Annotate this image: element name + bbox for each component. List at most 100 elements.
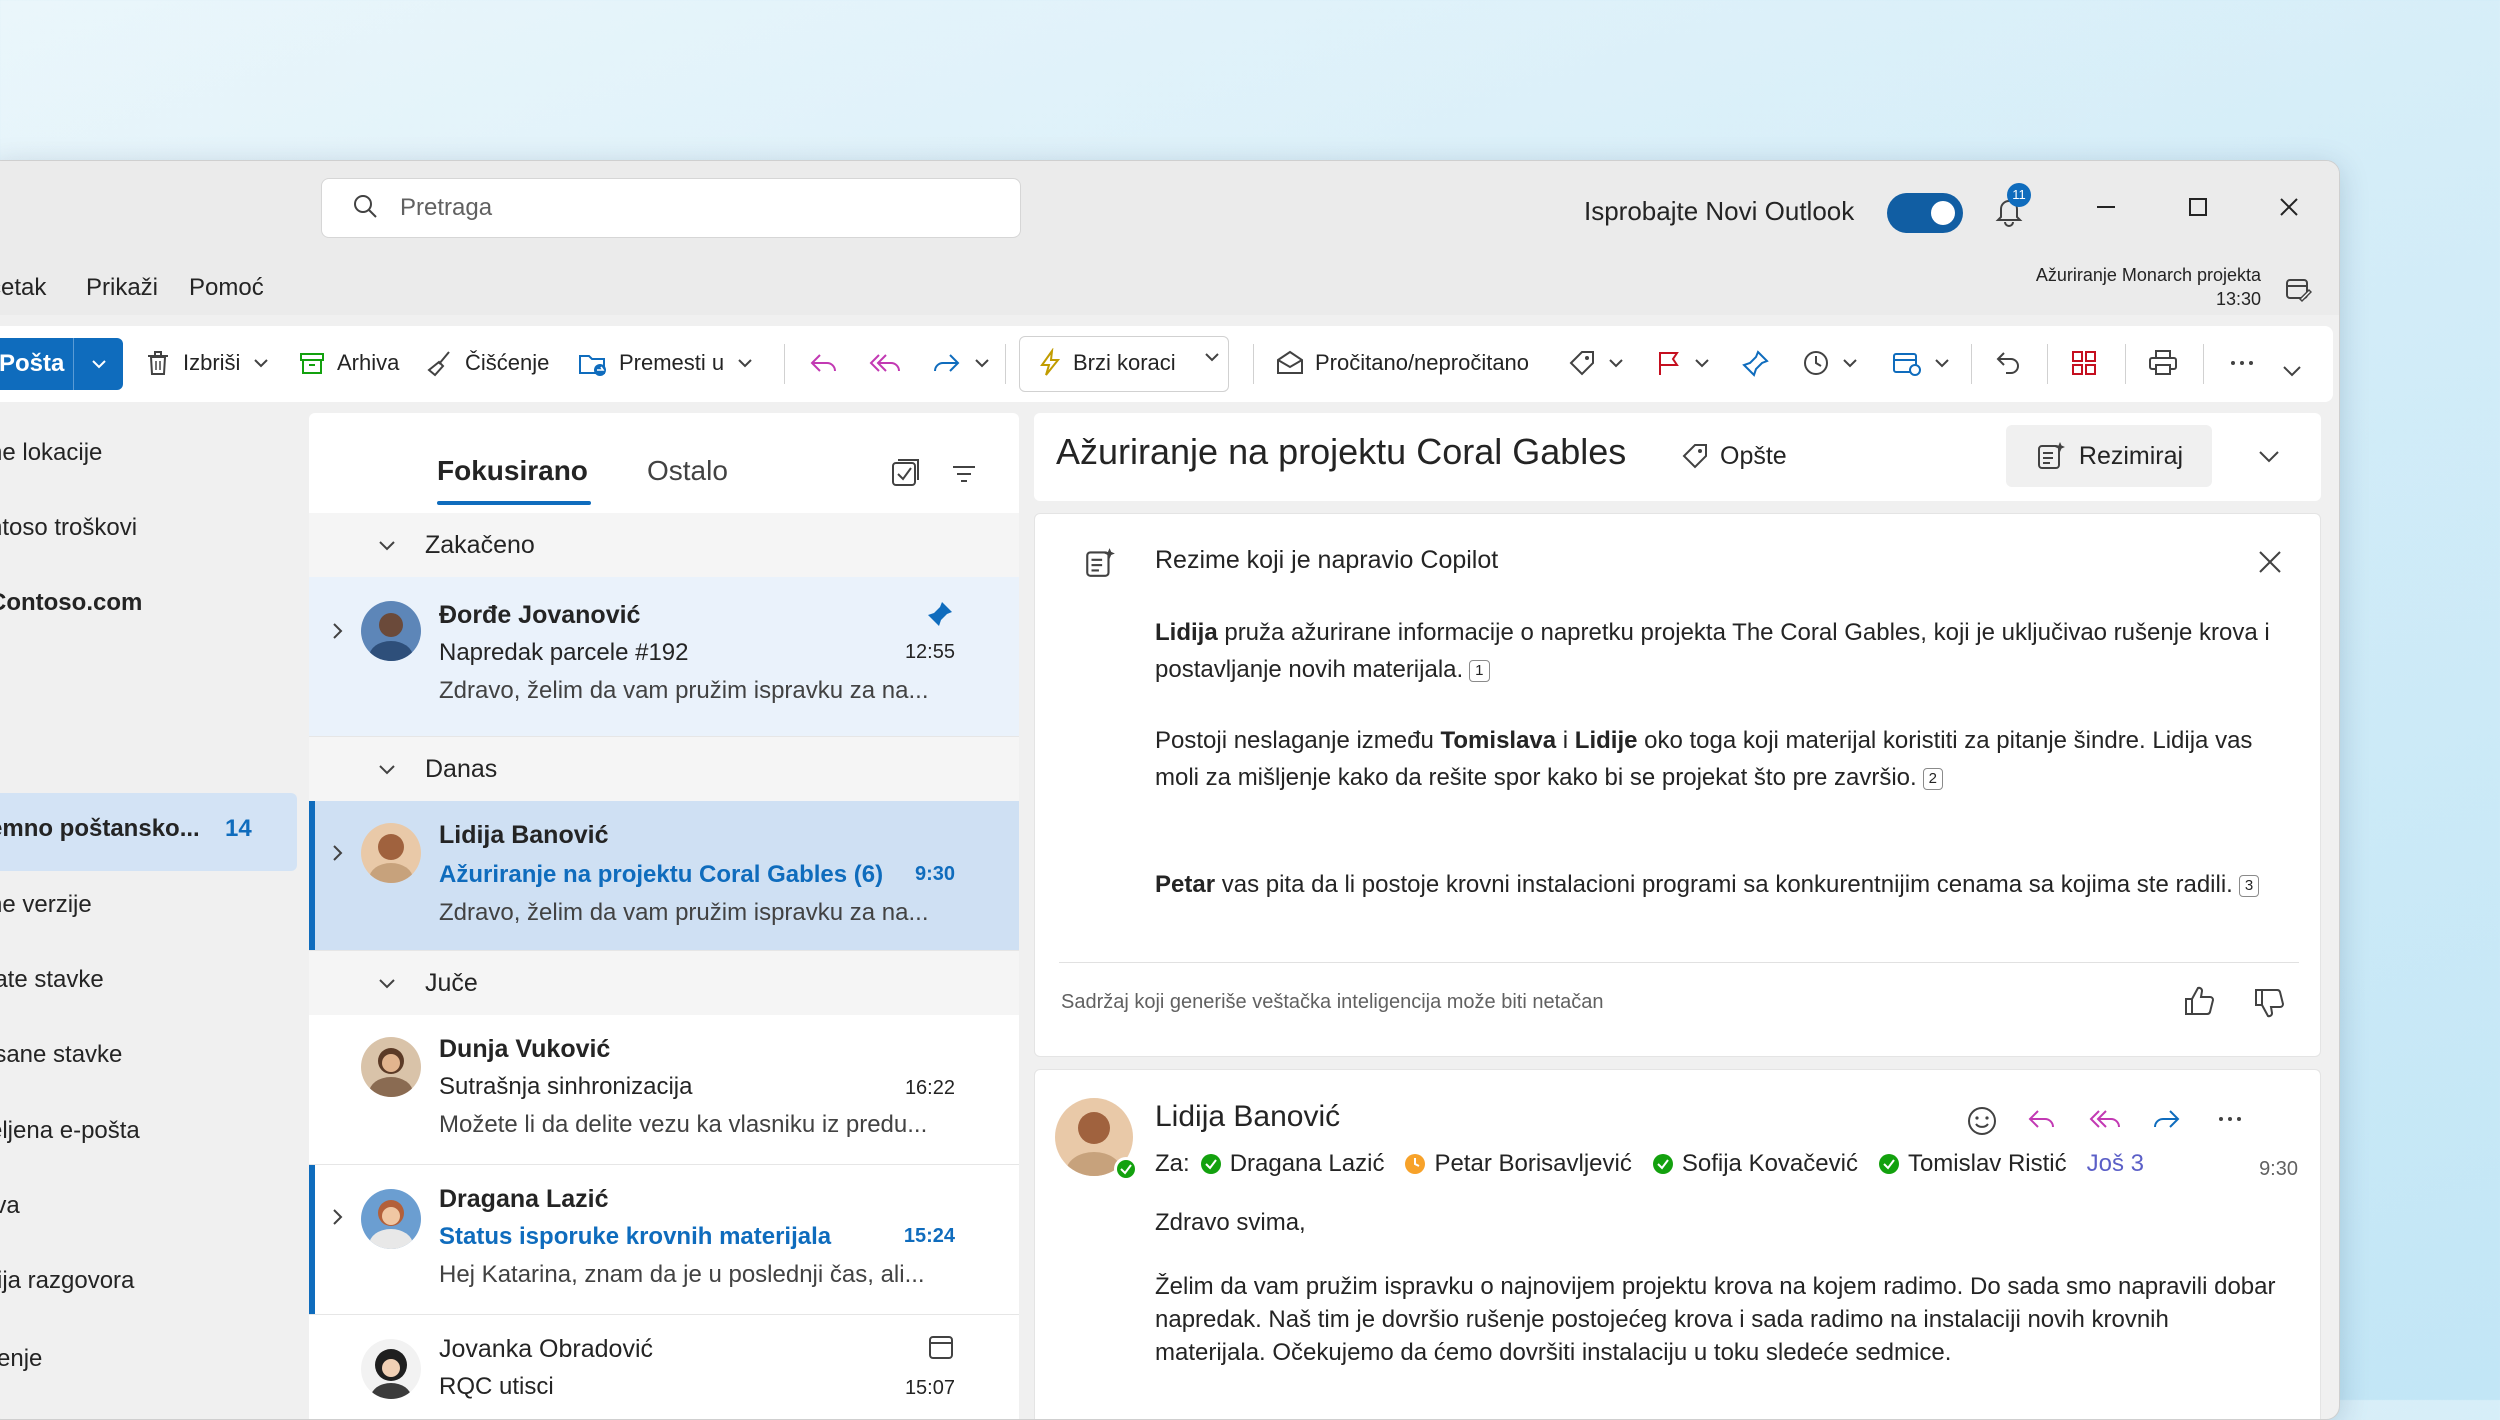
list-item[interactable]: Dunja Vuković Sutrašnja sinhronizacija 1… [309, 1015, 1019, 1165]
upcoming-event[interactable]: Ažuriranje Monarch projekta 13:30 [2021, 263, 2261, 311]
sidebar-item-drafts[interactable]: ne verzije [0, 891, 92, 919]
reply-all-icon[interactable] [2087, 1104, 2123, 1139]
read-unread-button[interactable]: Pročitano/nepročitano [1275, 348, 1529, 378]
read-unread-label: Pročitano/nepročitano [1315, 350, 1530, 375]
chevron-right-icon[interactable] [327, 1207, 347, 1232]
more-recipients-link[interactable]: Još 3 [2087, 1150, 2144, 1178]
pin-icon [1742, 350, 1769, 377]
ribbon-divider [1971, 344, 1972, 384]
citation-reference[interactable]: 3 [2238, 874, 2260, 897]
forward-icon[interactable] [2149, 1104, 2183, 1139]
pin-button[interactable] [1741, 348, 1781, 378]
list-item[interactable]: Jovanka Obradović RQC utisci 15:07 [309, 1315, 1019, 1419]
recipient[interactable]: Tomislav Ristić [1878, 1150, 2067, 1178]
list-item[interactable]: Dragana Lazić Status isporuke krovnih ma… [309, 1165, 1019, 1315]
thumbs-up-icon[interactable] [2182, 984, 2216, 1023]
new-mail-label: Pošta [0, 350, 65, 377]
thumbs-down-icon[interactable] [2252, 986, 2286, 1025]
list-item[interactable]: Lidija Banović Ažuriranje na projektu Co… [309, 801, 1019, 951]
copilot-summary-card: Rezime koji je napravio Copilot Lidija p… [1034, 513, 2321, 1057]
message-subject: Ažuriranje na projektu Coral Gables (6) [439, 861, 884, 888]
quick-steps-dropdown[interactable] [1203, 348, 1231, 366]
ribbon-expand-button[interactable] [2281, 360, 2313, 382]
sweep-button[interactable]: Čišćenje [425, 348, 549, 378]
tab-other[interactable]: Ostalo [647, 455, 728, 487]
snooze-button[interactable] [1801, 348, 1869, 378]
category-tag[interactable]: Opšte [1680, 441, 1787, 471]
new-mail-dropdown[interactable] [73, 338, 123, 390]
sidebar-item-favorites[interactable]: ne lokacije [0, 439, 102, 467]
chevron-down-icon [379, 979, 395, 989]
title-bar: Pretraga Isprobajte Novi Outlook 11 [0, 161, 2339, 253]
sidebar-item-contoso-expenses[interactable]: ntoso troškovi [0, 514, 137, 542]
summary-text: pruža ažurirane informacije o napretku p… [1155, 619, 2270, 683]
close-icon[interactable] [2256, 548, 2284, 581]
reply-button[interactable] [807, 348, 851, 378]
sidebar-item-deleted[interactable]: isane stavke [0, 1041, 122, 1069]
summarize-button[interactable]: Rezimiraj [2006, 425, 2212, 487]
group-label: Zakačeno [425, 530, 535, 559]
archive-button[interactable]: Arhiva [297, 348, 399, 378]
close-icon[interactable] [2269, 187, 2309, 227]
menu-help[interactable]: Pomoć [189, 274, 264, 302]
sidebar-item-conversation-history[interactable]: rija razgovora [0, 1267, 134, 1295]
more-options-button[interactable] [2227, 348, 2267, 378]
move-to-button[interactable]: Premesti u [577, 348, 764, 378]
email-sender[interactable]: Lidija Banović [1155, 1100, 1340, 1134]
apps-button[interactable] [2069, 348, 2109, 378]
sidebar-item-sent[interactable]: late stavke [0, 966, 104, 994]
chevron-right-icon[interactable] [327, 621, 347, 646]
message-preview: Zdravo, želim da vam pružim ispravku za … [439, 899, 929, 926]
pin-icon[interactable] [925, 599, 955, 634]
minimize-icon[interactable] [2086, 187, 2126, 227]
try-new-outlook-toggle[interactable] [1887, 193, 1963, 233]
sidebar-item-inbox[interactable]: emno poštansko... [0, 815, 200, 843]
citation-reference[interactable]: 1 [1469, 659, 1490, 682]
recipient[interactable]: Sofija Kovačević [1652, 1150, 1858, 1178]
delete-button[interactable]: Izbriši [143, 348, 280, 378]
search-placeholder: Pretraga [400, 194, 493, 221]
divider [1059, 962, 2299, 963]
category-label: Opšte [1720, 441, 1787, 470]
list-item[interactable]: Đorđe Jovanović Napredak parcele #192 12… [309, 577, 1019, 737]
reply-icon[interactable] [2025, 1104, 2059, 1139]
calendar-edit-icon[interactable] [2284, 275, 2313, 308]
undo-button[interactable] [1993, 348, 2033, 378]
rules-button[interactable] [1891, 348, 1961, 378]
sidebar-item-junk[interactable]: eljena e-pošta [0, 1117, 140, 1145]
maximize-icon[interactable] [2178, 187, 2218, 227]
more-icon[interactable] [2215, 1104, 2245, 1139]
emoji-icon[interactable] [1965, 1104, 1999, 1143]
reply-all-button[interactable] [867, 348, 913, 378]
group-header-today[interactable]: Danas [309, 737, 1019, 801]
ribbon-divider [2125, 344, 2126, 384]
chevron-down-icon [1695, 359, 1709, 368]
search-box[interactable]: Pretraga [321, 178, 1021, 238]
chevron-down-icon [1609, 359, 1623, 368]
recipient[interactable]: Dragana Lazić [1200, 1150, 1384, 1178]
sidebar-item-contoso-account[interactable]: Contoso.com [0, 589, 142, 617]
forward-button[interactable] [929, 348, 1001, 378]
chevron-right-icon[interactable] [327, 843, 347, 868]
presence-available-icon [1652, 1154, 1673, 1174]
tab-focused[interactable]: Fokusirano [437, 455, 588, 487]
filter-icon[interactable] [949, 459, 979, 494]
sidebar-item-archive[interactable]: iva [0, 1192, 20, 1220]
group-header-yesterday[interactable]: Juče [309, 951, 1019, 1015]
recipient[interactable]: Petar Borisavljević [1404, 1150, 1632, 1178]
summarize-label: Rezimiraj [2078, 441, 2184, 470]
sidebar-item-storage[interactable]: renje [0, 1345, 42, 1373]
quick-steps-button[interactable]: Brzi koraci [1037, 348, 1176, 378]
presence-away-icon [1405, 1154, 1426, 1174]
select-mode-icon[interactable] [889, 457, 921, 494]
citation-reference[interactable]: 2 [1922, 767, 1944, 790]
menu-home[interactable]: četak [0, 274, 46, 302]
message-sender: Jovanka Obradović [439, 1335, 654, 1363]
menu-view[interactable]: Prikaži [86, 274, 158, 302]
group-header-pinned[interactable]: Zakačeno [309, 513, 1019, 577]
tag-button[interactable] [1567, 348, 1635, 378]
chevron-down-icon[interactable] [2256, 443, 2282, 474]
recipient-name: Tomislav Ristić [1907, 1150, 2067, 1177]
print-button[interactable] [2147, 348, 2189, 378]
flag-button[interactable] [1653, 348, 1721, 378]
